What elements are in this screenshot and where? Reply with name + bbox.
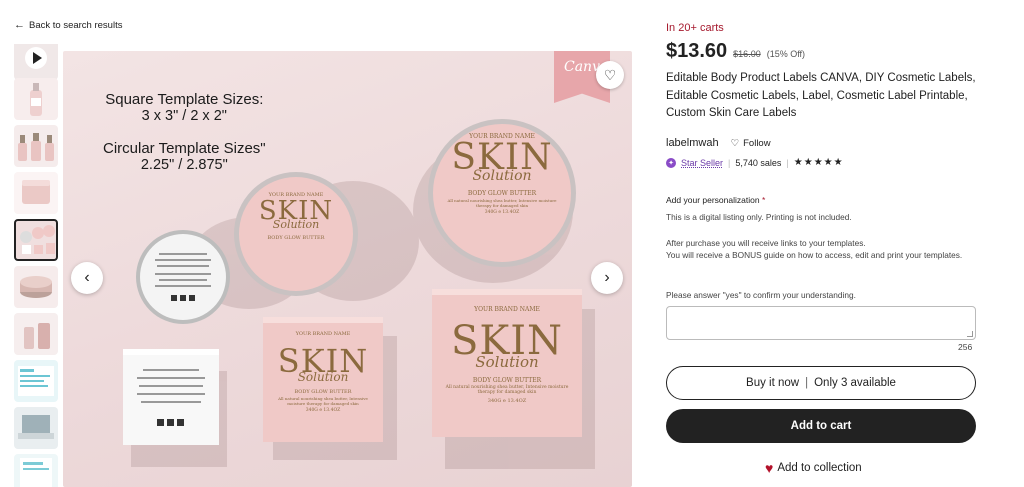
chevron-left-icon: ‹ (84, 269, 90, 286)
heart-filled-icon: ♥ (765, 460, 774, 476)
thumbnail-laptop[interactable] (14, 407, 58, 449)
arrow-left-icon: ← (14, 19, 25, 31)
buy-it-now-button[interactable]: Buy it now | Only 3 available (666, 366, 976, 400)
square-sizes-heading: Square Template Sizes: (105, 91, 264, 108)
character-counter: 256 (958, 342, 973, 352)
add-to-collection-button[interactable]: ♥ Add to collection (765, 461, 862, 475)
availability-label: Only 3 available (814, 377, 896, 389)
square-sizes-values: 3 x 3" / 2 x 2" (141, 108, 227, 124)
thumbnail-guide[interactable] (14, 360, 58, 402)
medium-tin-label: YOUR BRAND NAME SKIN Solution BODY GLOW … (258, 192, 334, 241)
thumbnail-jar[interactable] (14, 172, 58, 214)
sale-price: $13.60 (666, 40, 728, 62)
next-image-button[interactable]: › (591, 262, 623, 294)
previous-image-button[interactable]: ‹ (71, 262, 103, 294)
large-tin-label: YOUR BRAND NAME SKIN Solution BODY GLOW … (447, 133, 557, 215)
shop-name-link[interactable]: labelmwah (666, 137, 719, 149)
star-seller-badge-icon: ✦ (666, 157, 676, 168)
thumbnail-labels[interactable] (14, 219, 58, 261)
thumbnail-bottles[interactable] (14, 313, 58, 355)
listing-title: Editable Body Product Labels CANVA, DIY … (666, 72, 976, 119)
info-bonus-guide: You will receive a BONUS guide on how to… (666, 250, 963, 260)
seller-info-row: ✦ Star Seller | 5,740 sales | ★★★★★ (666, 157, 844, 168)
thumbnail-strip (14, 44, 60, 487)
favorite-button[interactable]: ♡ (596, 61, 624, 89)
add-to-cart-button[interactable]: Add to cart (666, 409, 976, 443)
large-box-label: YOUR BRAND NAME SKIN Solution BODY GLOW … (445, 306, 569, 404)
personalization-label-text: Add your personalization (666, 195, 760, 205)
follow-button[interactable]: ♡ Follow (731, 138, 771, 149)
follow-label: Follow (743, 137, 771, 149)
template-sizes-text: Square Template Sizes: 3 x 3" / 2 x 2" C… (103, 91, 266, 173)
original-price: $16.00 (733, 49, 761, 59)
required-mark: * (761, 195, 766, 205)
button-divider: | (805, 377, 809, 389)
small-box-label: YOUR BRAND NAME SKIN Solution BODY GLOW … (277, 331, 369, 413)
price-row: $13.60 $16.00 (15% Off) (666, 40, 805, 63)
discount-text: (15% Off) (766, 49, 806, 59)
back-link-label: Back to search results (29, 19, 123, 31)
resize-handle-icon[interactable] (967, 331, 973, 337)
star-seller-link[interactable]: Star Seller (681, 158, 723, 168)
thumbnail-doc[interactable] (14, 454, 58, 487)
info-links: After purchase you will receive links to… (666, 238, 866, 248)
personalization-textarea[interactable] (666, 306, 976, 340)
chevron-right-icon: › (604, 269, 610, 286)
thumbnail-tins[interactable] (14, 266, 58, 308)
divider: | (786, 157, 789, 168)
rating-stars[interactable]: ★★★★★ (794, 157, 844, 168)
sales-count: 5,740 sales (735, 157, 782, 168)
back-to-search-link[interactable]: ← Back to search results (14, 19, 122, 31)
divider: | (728, 157, 731, 168)
personalization-label: Add your personalization * (666, 195, 765, 205)
info-digital-only: This is a digital listing only. Printing… (666, 212, 852, 222)
carts-indicator: In 20+ carts (666, 22, 724, 34)
thumbnail-dropper-bottles[interactable] (14, 125, 58, 167)
heart-outline-icon: ♡ (603, 66, 617, 83)
circular-sizes-values: 2.25" / 2.875" (140, 157, 228, 173)
thumbnail-video[interactable] (14, 44, 58, 80)
add-to-collection-label: Add to collection (777, 462, 862, 474)
circular-sizes-heading: Circular Template Sizes" (103, 140, 266, 157)
info-confirm: Please answer "yes" to confirm your unde… (666, 290, 856, 300)
thumbnail-pump-bottle[interactable] (14, 78, 58, 120)
main-product-image: Square Template Sizes: 3 x 3" / 2 x 2" C… (63, 51, 632, 487)
heart-outline-icon: ♡ (730, 137, 740, 149)
shop-row: labelmwah ♡ Follow (666, 137, 771, 149)
buy-it-now-label: Buy it now (746, 377, 800, 389)
